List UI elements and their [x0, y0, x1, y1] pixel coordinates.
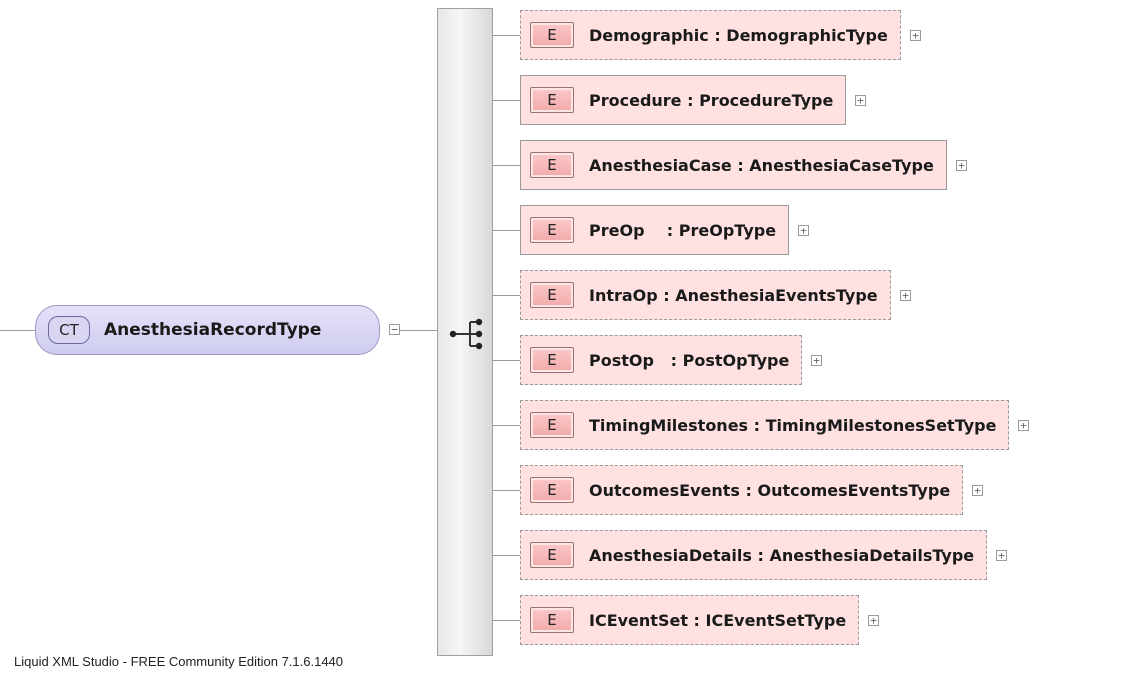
- expand-icon[interactable]: +: [811, 355, 822, 366]
- element-connector: [493, 35, 520, 36]
- element-node[interactable]: E AnesthesiaCase : AnesthesiaCaseType: [520, 140, 947, 190]
- element-connector: [493, 425, 520, 426]
- collapse-icon[interactable]: −: [389, 324, 400, 335]
- expand-icon[interactable]: +: [1018, 420, 1029, 431]
- element-node[interactable]: E PostOp : PostOpType: [520, 335, 802, 385]
- element-node[interactable]: E TimingMilestones : TimingMilestonesSet…: [520, 400, 1009, 450]
- expand-icon[interactable]: +: [996, 550, 1007, 561]
- element-badge: E: [530, 87, 574, 113]
- element-badge: E: [530, 542, 574, 568]
- element-label: TimingMilestones : TimingMilestonesSetTy…: [589, 415, 997, 435]
- element-node[interactable]: E ICEventSet : ICEventSetType: [520, 595, 859, 645]
- element-badge: E: [530, 347, 574, 373]
- element-label: ICEventSet : ICEventSetType: [589, 610, 847, 630]
- complex-type-name: AnesthesiaRecordType: [104, 320, 322, 340]
- element-label: AnesthesiaDetails : AnesthesiaDetailsTyp…: [589, 545, 975, 565]
- element-badge: E: [530, 607, 574, 633]
- expand-icon[interactable]: +: [910, 30, 921, 41]
- element-node[interactable]: E IntraOp : AnesthesiaEventsType: [520, 270, 891, 320]
- element-badge: E: [530, 152, 574, 178]
- complex-type-badge: CT: [48, 316, 90, 344]
- element-label: AnesthesiaCase : AnesthesiaCaseType: [589, 155, 934, 175]
- element-connector: [493, 165, 520, 166]
- element-connector: [493, 100, 520, 101]
- element-badge: E: [530, 22, 574, 48]
- footer-text: Liquid XML Studio - FREE Community Editi…: [14, 654, 344, 669]
- element-badge: E: [530, 412, 574, 438]
- root-incoming-connector: [0, 330, 35, 331]
- element-node[interactable]: E OutcomesEvents : OutcomesEventsType: [520, 465, 963, 515]
- element-node[interactable]: E PreOp : PreOpType: [520, 205, 789, 255]
- element-label: OutcomesEvents : OutcomesEventsType: [589, 480, 951, 500]
- element-badge: E: [530, 477, 574, 503]
- element-node[interactable]: E Procedure : ProcedureType: [520, 75, 846, 125]
- element-node[interactable]: E Demographic : DemographicType: [520, 10, 901, 60]
- expand-icon[interactable]: +: [900, 290, 911, 301]
- element-connector: [493, 490, 520, 491]
- element-label: PreOp : PreOpType: [589, 220, 777, 240]
- element-label: Procedure : ProcedureType: [589, 90, 834, 110]
- expand-icon[interactable]: +: [868, 615, 879, 626]
- expand-icon[interactable]: +: [956, 160, 967, 171]
- schema-diagram: CT AnesthesiaRecordType − E Demographic …: [0, 0, 1147, 680]
- complex-type-node[interactable]: CT AnesthesiaRecordType: [35, 305, 380, 355]
- expand-icon[interactable]: +: [855, 95, 866, 106]
- root-to-sequence-connector: [400, 330, 437, 331]
- expand-icon[interactable]: +: [972, 485, 983, 496]
- element-connector: [493, 555, 520, 556]
- element-label: PostOp : PostOpType: [589, 350, 790, 370]
- expand-icon[interactable]: +: [798, 225, 809, 236]
- element-label: IntraOp : AnesthesiaEventsType: [589, 285, 878, 305]
- element-connector: [493, 620, 520, 621]
- element-connector: [493, 360, 520, 361]
- element-node[interactable]: E AnesthesiaDetails : AnesthesiaDetailsT…: [520, 530, 987, 580]
- element-badge: E: [530, 217, 574, 243]
- element-connector: [493, 230, 520, 231]
- element-label: Demographic : DemographicType: [589, 25, 888, 45]
- element-connector: [493, 295, 520, 296]
- element-badge: E: [530, 282, 574, 308]
- sequence-icon: [449, 318, 483, 350]
